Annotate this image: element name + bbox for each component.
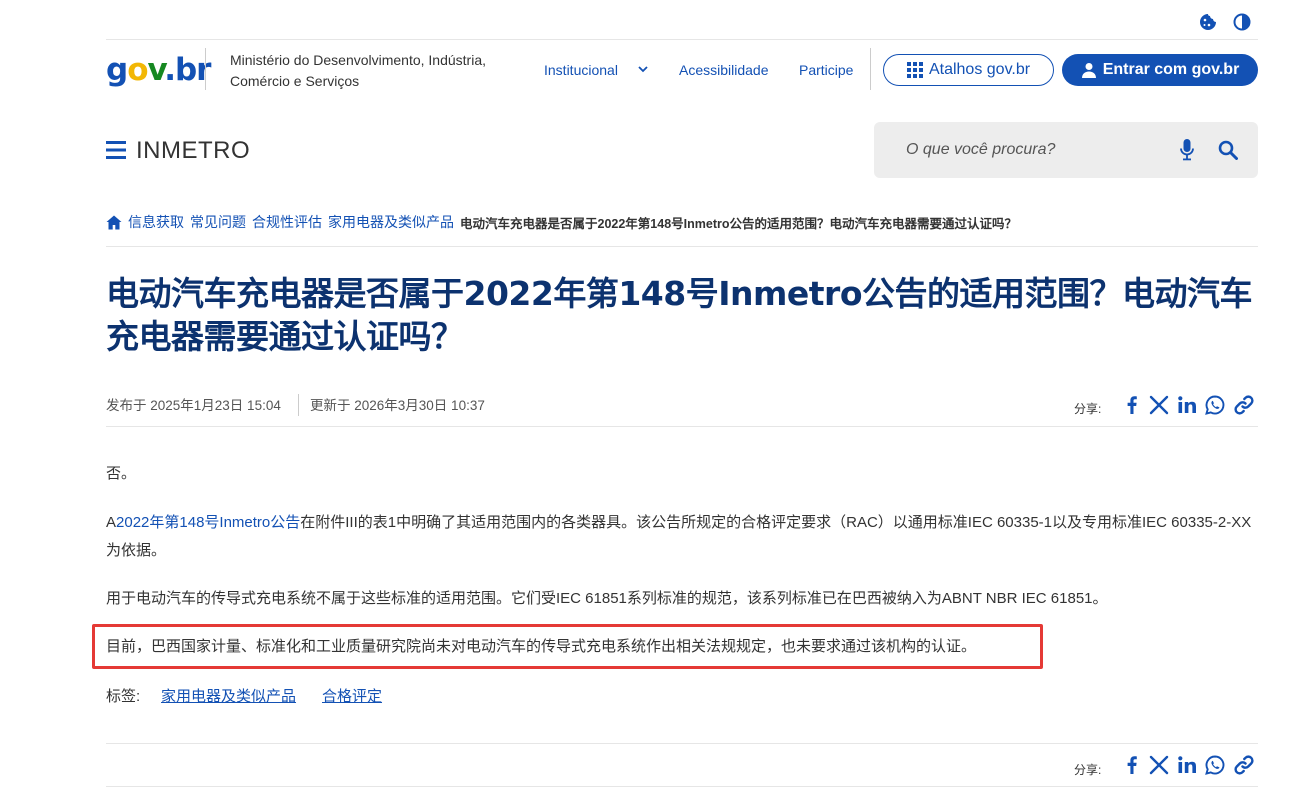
ordinance-link[interactable]: 2022年第148号Inmetro公告 [116,514,300,531]
breadcrumb-item[interactable]: 家用电器及类似产品 [328,212,454,232]
breadcrumb-current: 电动汽车充电器是否属于2022年第148号Inmetro公告的适用范围？电动汽车… [460,216,1018,231]
nav-participe-label: Participe [799,62,854,78]
paragraph-regulation: 目前，巴西国家计量、标准化和工业质量研究院尚未对电动汽车的传导式充电系统作出相关… [106,638,977,655]
chevron-down-icon[interactable] [637,64,649,74]
site-title[interactable]: INMETRO [136,137,250,165]
grid-icon [906,62,923,78]
atalhos-button[interactable]: Atalhos gov.br [883,54,1054,86]
breadcrumb-item[interactable]: 信息获取 [128,212,184,232]
meta-bottom-divider [106,426,1258,427]
paragraph-ordinance: A2022年第148号Inmetro公告在附件III的表1中明确了其适用范围内的… [106,509,1256,565]
footer-top-divider [106,743,1258,744]
search-bar [874,122,1258,178]
whatsapp-icon[interactable] [1204,394,1226,416]
home-icon[interactable] [106,215,122,230]
breadcrumb-divider [106,246,1258,247]
x-icon[interactable] [1148,394,1170,416]
nav-institucional-label: Institucional [544,62,618,78]
meta-divider [298,394,299,416]
paragraph-prefix: A [106,514,117,531]
logo-letter-v: v [147,52,166,88]
published-date: 发布于 2025年1月23日 15:04 [106,398,281,413]
facebook-icon[interactable] [1121,754,1143,776]
facebook-icon[interactable] [1121,394,1143,416]
page-title: 电动汽车充电器是否属于2022年第148号Inmetro公告的适用范围？电动汽车… [106,274,1253,356]
login-label: Entrar com gov.br [1102,61,1240,78]
menu-icon[interactable] [106,139,126,161]
x-icon[interactable] [1148,754,1170,776]
share-label-bottom: 分享: [1074,763,1102,777]
microphone-icon[interactable] [1180,139,1194,161]
logo-letter-g: g [106,52,128,88]
logo-dot: . [164,52,176,88]
ministry-line-2: Comércio e Serviços [230,73,360,89]
breadcrumb: 信息获取 常见问题 合规性评估 家用电器及类似产品 电动汽车充电器是否属于202… [106,211,1017,233]
updated-date: 更新于 2026年3月30日 10:37 [310,398,485,413]
nav-institucional[interactable]: Institucional [544,60,618,80]
linkedin-icon[interactable] [1176,754,1198,776]
link-icon[interactable] [1233,394,1255,416]
atalhos-label: Atalhos gov.br [928,61,1031,78]
user-icon [1081,63,1096,78]
whatsapp-icon[interactable] [1204,754,1226,776]
breadcrumb-item[interactable]: 合规性评估 [252,212,322,232]
contrast-icon[interactable] [1232,12,1252,32]
tag-link[interactable]: 家用电器及类似产品 [161,685,296,706]
nav-acessibilidade[interactable]: Acessibilidade [679,60,769,80]
nav-divider [870,48,871,90]
search-input[interactable] [874,122,1164,178]
tags-label: 标签: [106,688,141,705]
govbr-logo[interactable]: gov.br [106,52,211,88]
cookie-icon[interactable] [1198,12,1218,32]
ministry-line-1: Ministério do Desenvolvimento, Indústria… [230,52,487,68]
logo-divider [205,48,206,90]
breadcrumb-item[interactable]: 常见问题 [190,212,246,232]
nav-acessibilidade-label: Acessibilidade [679,62,769,78]
linkedin-icon[interactable] [1176,394,1198,416]
footer-bottom-divider [106,786,1258,787]
nav-participe[interactable]: Participe [799,60,853,80]
search-icon[interactable] [1218,140,1238,160]
paragraph-standards: 用于电动汽车的传导式充电系统不属于这些标准的适用范围。它们受IEC 61851系… [106,590,1108,607]
login-button[interactable]: Entrar com gov.br [1062,54,1258,86]
share-label: 分享: [1074,402,1102,416]
tag-link[interactable]: 合格评定 [322,685,382,706]
ministry-name: Ministério do Desenvolvimento, Indústria… [230,50,520,92]
logo-letter-o: o [127,52,148,88]
top-divider [106,39,1258,40]
link-icon[interactable] [1233,754,1255,776]
answer-paragraph: 否。 [106,465,137,482]
